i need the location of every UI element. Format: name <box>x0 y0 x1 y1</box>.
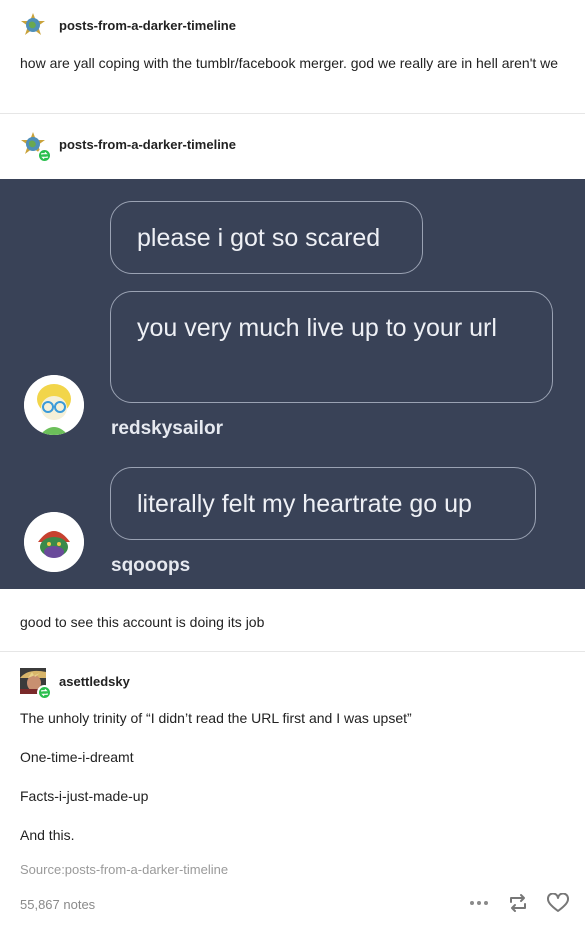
post-actions <box>469 893 569 913</box>
chat-message: literally felt my heartrate go up <box>137 489 472 518</box>
sender-name: sqooops <box>111 555 191 576</box>
post-text-line: One-time-i-dreamt <box>20 749 134 765</box>
character-avatar-icon <box>24 375 84 435</box>
chat-message: please i got so scared <box>137 223 381 252</box>
source-link[interactable]: Source:posts-from-a-darker-timeline <box>20 862 228 877</box>
blog-username[interactable]: posts-from-a-darker-timeline <box>59 137 236 152</box>
notes-count[interactable]: 55,867 notes <box>20 897 95 912</box>
post-header: posts-from-a-darker-timeline <box>20 12 236 38</box>
reblog-header: asettledsky <box>20 668 130 700</box>
divider <box>0 113 585 114</box>
divider <box>0 651 585 652</box>
reblog-badge-icon <box>37 148 52 163</box>
heart-icon <box>547 893 569 912</box>
chat-screenshot: please i got so scared you very much liv… <box>0 179 585 589</box>
like-button[interactable] <box>547 893 569 913</box>
globe-avatar-icon <box>21 13 45 35</box>
blog-username[interactable]: posts-from-a-darker-timeline <box>59 18 236 33</box>
sender-name: redskysailor <box>111 418 223 439</box>
reblog-button[interactable] <box>507 893 529 913</box>
reblog-caption: good to see this account is doing its jo… <box>20 614 265 630</box>
chat-bubble: literally felt my heartrate go up <box>110 467 536 540</box>
redskysailor-avatar <box>24 375 84 435</box>
more-icon <box>470 901 488 905</box>
blog-avatar[interactable] <box>20 12 46 38</box>
chat-bubble: you very much live up to your url <box>110 291 553 403</box>
character-avatar-icon <box>24 512 84 572</box>
post-text-line: Facts-i-just-made-up <box>20 788 149 804</box>
chat-message: you very much live up to your url <box>137 314 497 342</box>
chat-bubble: please i got so scared <box>110 201 423 274</box>
blog-avatar[interactable] <box>20 131 52 163</box>
blog-username[interactable]: asettledsky <box>59 674 130 689</box>
reblog-badge-icon <box>37 685 52 700</box>
post-text: how are yall coping with the tumblr/face… <box>20 55 559 71</box>
post-text-line: And this. <box>20 827 75 843</box>
reblog-header: posts-from-a-darker-timeline <box>20 131 236 163</box>
sqooops-avatar <box>24 512 84 572</box>
post-text-line: The unholy trinity of “I didn’t read the… <box>20 710 412 726</box>
reblog-icon <box>510 894 526 912</box>
more-button[interactable] <box>469 900 489 906</box>
blog-avatar[interactable] <box>20 668 52 700</box>
